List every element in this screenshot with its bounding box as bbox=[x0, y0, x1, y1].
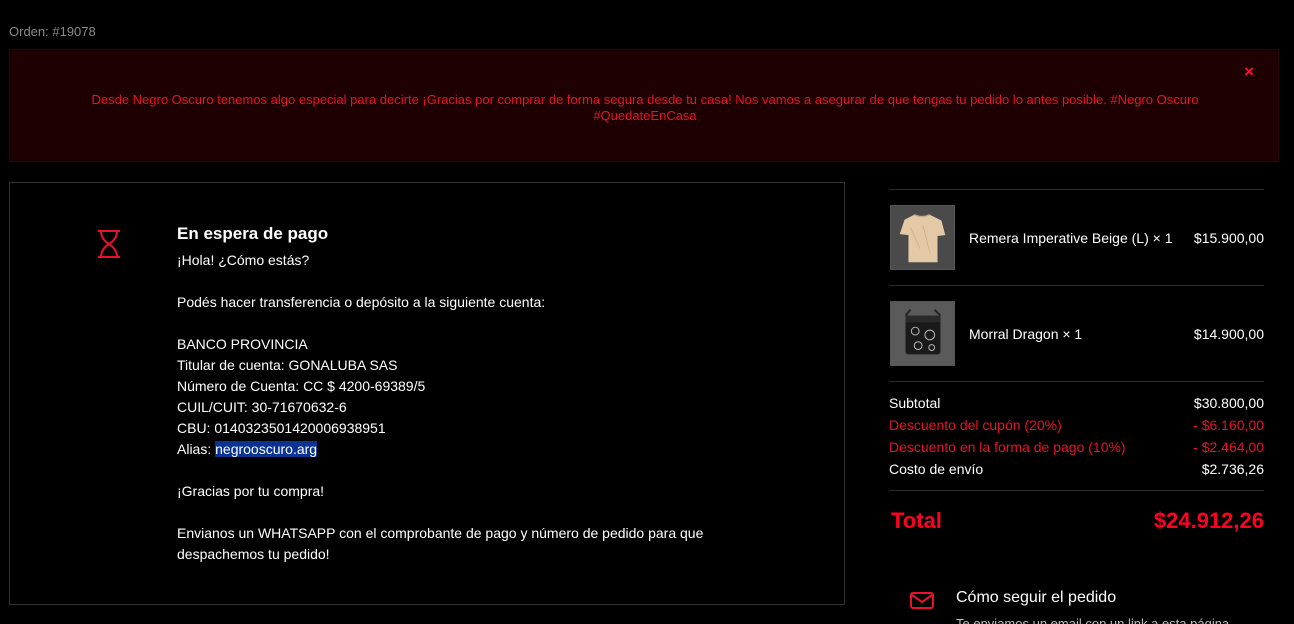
black-bag-thumbnail bbox=[890, 301, 955, 366]
status-title: En espera de pago bbox=[177, 224, 329, 243]
account-holder: Titular de cuenta: GONALUBA SAS bbox=[177, 357, 398, 373]
coupon-discount-row: Descuento del cupón (20%) - $6.160,00 bbox=[889, 414, 1264, 436]
shipping-row: Costo de envío $2.736,26 bbox=[889, 458, 1264, 480]
cart-item: Morral Dragon × 1 $14.900,00 bbox=[889, 286, 1264, 381]
alias-value[interactable]: negrooscuro.arg bbox=[215, 441, 318, 457]
bank-name: BANCO PROVINCIA bbox=[177, 336, 308, 352]
alias-label: Alias: bbox=[177, 441, 216, 457]
shipping-label: Costo de envío bbox=[889, 461, 984, 477]
coupon-discount-label: Descuento del cupón (20%) bbox=[889, 417, 1062, 433]
cart-item: Remera Imperative Beige (L) × 1 $15.900,… bbox=[889, 190, 1264, 285]
beige-tshirt-thumbnail bbox=[890, 205, 955, 270]
thank-you-alert: Desde Negro Oscuro tenemos algo especial… bbox=[9, 49, 1279, 162]
subtotal-label: Subtotal bbox=[889, 395, 941, 411]
item-price: $15.900,00 bbox=[1193, 229, 1264, 246]
hourglass-icon bbox=[98, 230, 120, 258]
coupon-discount-value: - $6.160,00 bbox=[1193, 417, 1264, 433]
payment-status-panel: En espera de pago ¡Hola! ¿Cómo estás? Po… bbox=[9, 182, 845, 605]
tracking-subtitle: Te enviamos un email con un link a esta … bbox=[956, 616, 1230, 624]
mail-icon bbox=[910, 592, 934, 609]
thanks-text: ¡Gracias por tu compra! bbox=[177, 483, 325, 499]
tracking-title: Cómo seguir el pedido bbox=[956, 589, 1117, 606]
subtotal-row: Subtotal $30.800,00 bbox=[889, 392, 1264, 414]
order-number: Orden: #19078 bbox=[9, 24, 96, 39]
whatsapp-line-2: despachemos tu pedido! bbox=[177, 546, 330, 562]
cbu-number: CBU: 0140323501420006938951 bbox=[177, 420, 386, 436]
total-row: Total $24.912,26 bbox=[889, 491, 1264, 551]
item-name: Morral Dragon × 1 bbox=[969, 325, 1083, 342]
alert-message: Desde Negro Oscuro tenemos algo especial… bbox=[91, 92, 1199, 123]
instructions-text: Podés hacer transferencia o depósito a l… bbox=[177, 294, 546, 310]
greeting-text: ¡Hola! ¿Cómo estás? bbox=[177, 252, 310, 268]
shipping-value: $2.736,26 bbox=[1201, 461, 1264, 477]
payment-discount-label: Descuento en la forma de pago (10%) bbox=[889, 439, 1126, 455]
item-name: Remera Imperative Beige (L) × 1 bbox=[969, 229, 1173, 246]
order-summary: Remera Imperative Beige (L) × 1 $15.900,… bbox=[889, 189, 1264, 551]
total-value: $24.912,26 bbox=[1153, 508, 1264, 533]
payment-instructions: ¡Hola! ¿Cómo estás? Podés hacer transfer… bbox=[177, 250, 703, 565]
alias-line: Alias: negrooscuro.arg bbox=[177, 439, 703, 460]
payment-discount-row: Descuento en la forma de pago (10%) - $2… bbox=[889, 436, 1264, 458]
whatsapp-line-1: Envianos un WHATSAPP con el comprobante … bbox=[177, 525, 704, 541]
item-price: $14.900,00 bbox=[1193, 325, 1264, 342]
payment-discount-value: - $2.464,00 bbox=[1193, 439, 1264, 455]
account-number: Número de Cuenta: CC $ 4200-69389/5 bbox=[177, 378, 426, 394]
totals-breakdown: Subtotal $30.800,00 Descuento del cupón … bbox=[889, 382, 1264, 490]
cuit-number: CUIL/CUIT: 30-71670632-6 bbox=[177, 399, 347, 415]
subtotal-value: $30.800,00 bbox=[1193, 395, 1264, 411]
total-label: Total bbox=[891, 508, 942, 533]
close-icon[interactable]: × bbox=[1244, 63, 1254, 80]
